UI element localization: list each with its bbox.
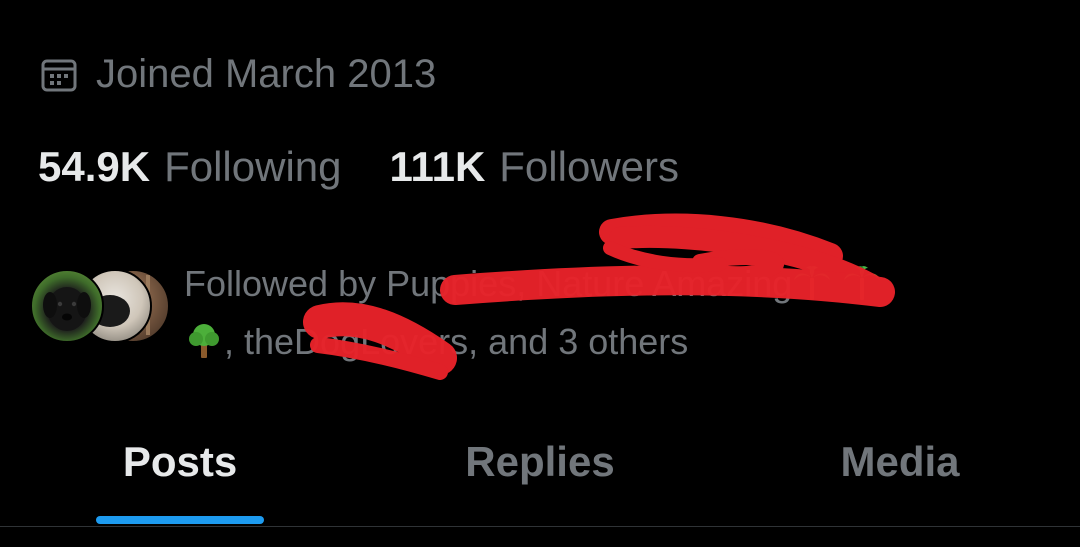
tab-replies[interactable]: Replies (430, 430, 650, 527)
tab-posts-label: Posts (122, 438, 238, 485)
calendar-icon (40, 56, 78, 94)
tab-posts[interactable]: Posts (90, 430, 270, 527)
tabs-divider (0, 526, 1080, 527)
followed-by-prefix: Followed by Puppies, Nature Amazing (184, 263, 793, 304)
follow-stats: 54.9K Following 111K Followers (38, 143, 679, 191)
active-tab-indicator (96, 516, 264, 524)
tab-media[interactable]: Media (800, 430, 1000, 527)
following-count: 54.9K (38, 143, 151, 190)
tab-replies-label: Replies (465, 438, 615, 485)
profile-tabs: Posts Replies Media (0, 430, 1080, 527)
followers-link[interactable]: 111K Followers (390, 143, 680, 191)
palm-tree-icon (792, 262, 832, 316)
following-link[interactable]: 54.9K Following (38, 143, 342, 191)
followed-by-text[interactable]: Followed by Puppies, Nature Amazing , th… (184, 258, 1014, 374)
palm-tree-icon (842, 262, 882, 316)
following-label: Following (164, 143, 342, 190)
followed-by-suffix: , theDogLovers, and 3 others (224, 321, 689, 362)
followed-by-avatars[interactable] (30, 269, 170, 343)
joined-date-label: Joined March 2013 (96, 52, 437, 96)
deciduous-tree-icon (184, 320, 224, 374)
tab-media-label: Media (840, 438, 960, 485)
joined-date: Joined March 2013 (40, 52, 436, 97)
followers-label: Followers (499, 143, 679, 190)
dog-avatar (30, 269, 104, 343)
followers-count: 111K (389, 143, 486, 190)
